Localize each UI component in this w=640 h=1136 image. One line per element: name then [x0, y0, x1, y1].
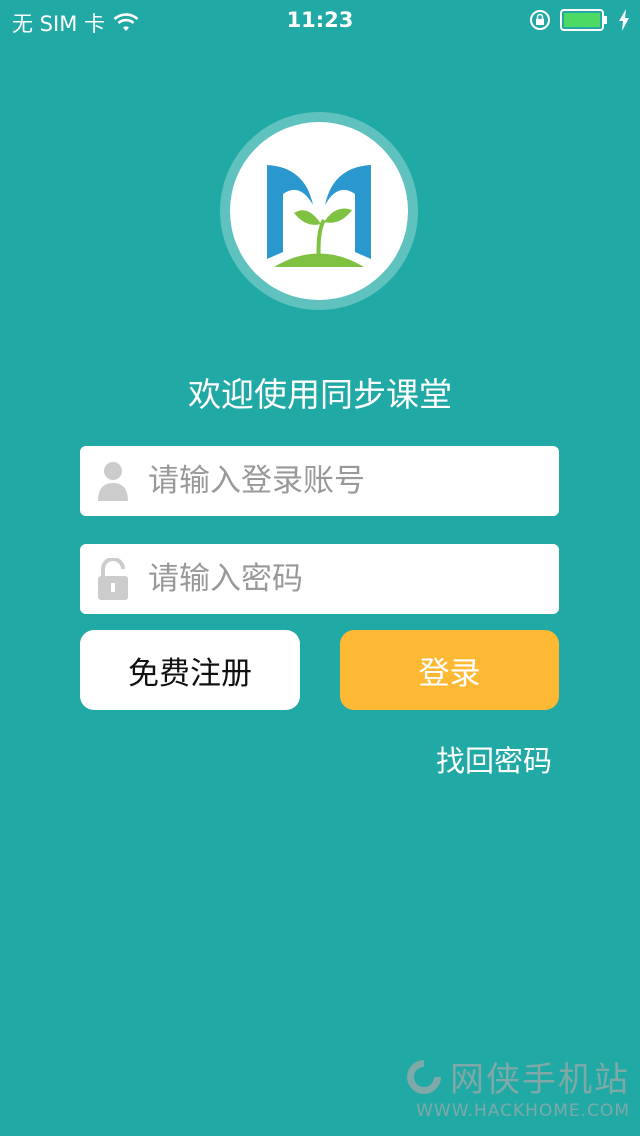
welcome-title: 欢迎使用同步课堂 — [188, 375, 452, 414]
charging-icon — [619, 9, 629, 31]
password-field[interactable] — [80, 544, 559, 614]
lock-icon — [98, 558, 128, 600]
account-field[interactable] — [80, 446, 559, 516]
book-sprout-logo — [267, 165, 371, 267]
login-button[interactable]: 登录 — [340, 630, 559, 710]
app-logo — [220, 112, 418, 310]
watermark-logo-icon — [407, 1059, 441, 1094]
user-icon — [98, 462, 128, 501]
password-input[interactable] — [146, 560, 540, 598]
forgot-password-link[interactable]: 找回密码 — [436, 738, 552, 780]
status-bar: 无 SIM 卡 11:23 — [0, 0, 640, 40]
account-input[interactable] — [146, 462, 540, 500]
rotation-lock-icon — [530, 10, 550, 30]
battery-icon — [560, 9, 607, 31]
register-button[interactable]: 免费注册 — [80, 630, 300, 710]
watermark: 网侠手机站 WWW.HACKHOME.COM — [404, 1052, 630, 1121]
